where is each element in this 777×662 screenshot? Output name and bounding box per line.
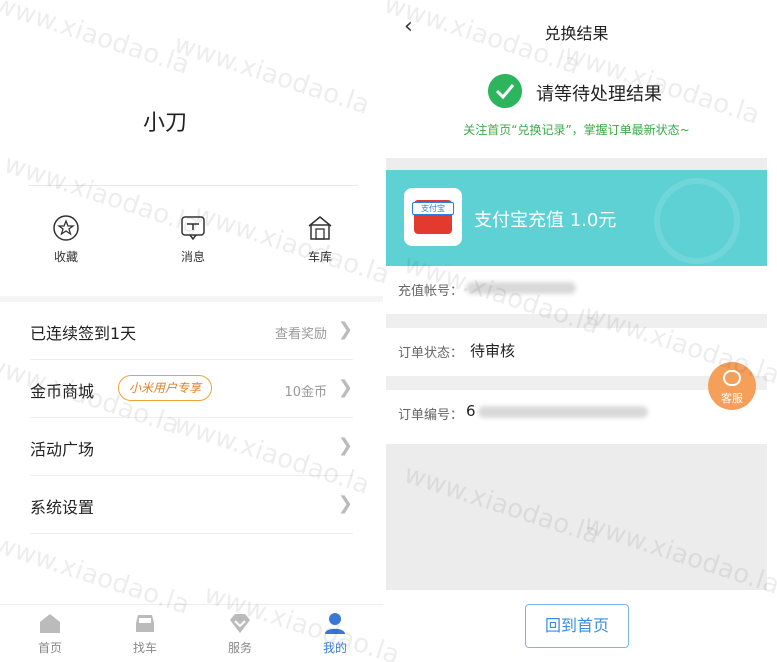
info-value: 待审核 — [470, 342, 516, 360]
menu-label: 活动广场 — [30, 440, 95, 459]
section-gap — [386, 158, 767, 170]
diamond-icon — [230, 614, 250, 633]
chevron-right-icon: ❯ — [337, 377, 353, 398]
info-value: 6 — [466, 402, 476, 420]
menu-system-settings[interactable]: 系统设置 ❯ — [0, 476, 383, 534]
xiaomi-user-badge: 小米用户专享 — [118, 375, 213, 401]
shortcut-bar: 收藏 消息 车库 — [0, 214, 383, 269]
check-circle-icon — [488, 74, 522, 108]
info-label: 订单状态： — [398, 346, 464, 361]
nav-bar: ‹ 兑换结果 — [386, 0, 767, 56]
info-label: 充值帐号： — [398, 284, 464, 299]
status-text: 请等待处理结果 — [536, 84, 662, 105]
back-to-home-button[interactable]: 回到首页 — [525, 604, 629, 648]
tab-service[interactable]: 服务 — [210, 611, 270, 656]
home-icon — [40, 614, 60, 633]
section-gap — [386, 314, 767, 328]
menu-label: 金币商城 — [30, 382, 95, 401]
tab-mine[interactable]: 我的 — [305, 611, 365, 656]
tab-label: 找车 — [132, 641, 157, 655]
username: 小刀 — [142, 111, 187, 136]
cs-label: 客服 — [721, 392, 743, 405]
menu-label: 系统设置 — [30, 498, 95, 517]
empty-area — [386, 444, 767, 590]
page-title: 兑换结果 — [544, 24, 609, 43]
tab-label: 首页 — [37, 641, 62, 655]
garage-icon — [308, 216, 332, 240]
shortcut-label: 收藏 — [53, 250, 78, 264]
tab-label: 服务 — [227, 641, 252, 655]
car-icon — [136, 615, 154, 632]
message-icon — [181, 216, 205, 241]
chevron-right-icon: ❯ — [337, 319, 353, 340]
blurred-value — [478, 406, 648, 418]
info-account: 充值帐号： — [386, 266, 767, 314]
user-icon — [325, 613, 345, 634]
logo-tag: 支付宝 — [412, 202, 454, 215]
tab-find-car[interactable]: 找车 — [115, 611, 175, 656]
headset-icon — [723, 370, 741, 386]
shortcut-messages[interactable]: 消息 — [163, 214, 223, 265]
bottom-tab-bar: 首页 找车 服务 我的 — [0, 604, 383, 662]
info-label: 订单编号： — [398, 408, 464, 423]
product-card: 支付宝 支付宝充值 1.0元 — [386, 170, 767, 266]
chevron-right-icon: ❯ — [337, 493, 353, 514]
divider — [28, 185, 358, 186]
profile-panel: 小刀 收藏 消息 车库 已连续签到1天 查看奖励 ❯ 金币商城 小米用户专享 1… — [0, 0, 383, 662]
menu-right-text: 10金币 — [284, 385, 327, 400]
shortcut-favorites[interactable]: 收藏 — [36, 214, 96, 265]
shortcut-label: 消息 — [180, 250, 205, 264]
shortcut-label: 车库 — [307, 250, 332, 264]
card-watermark-shape — [654, 178, 740, 264]
tab-label: 我的 — [322, 641, 347, 655]
customer-service-button[interactable]: 客服 — [708, 362, 756, 410]
menu-label: 已连续签到1天 — [30, 324, 137, 343]
blurred-value — [466, 282, 576, 294]
divider — [30, 533, 353, 534]
shortcut-garage[interactable]: 车库 — [290, 214, 350, 265]
product-title: 支付宝充值 1.0元 — [474, 210, 617, 231]
menu-coin-mall[interactable]: 金币商城 小米用户专享 10金币 ❯ — [0, 360, 383, 418]
menu-right-text: 查看奖励 — [274, 327, 327, 342]
info-status: 订单状态： 待审核 — [386, 328, 767, 376]
star-icon — [53, 215, 79, 241]
menu-activity-plaza[interactable]: 活动广场 ❯ — [0, 418, 383, 476]
alipay-logo-icon: 支付宝 — [404, 188, 462, 246]
hint-text: 关注首页“兑换记录”，掌握订单最新状态~ — [463, 123, 690, 137]
tab-home[interactable]: 首页 — [20, 611, 80, 656]
menu-checkin[interactable]: 已连续签到1天 查看奖励 ❯ — [0, 302, 383, 360]
right-edge — [767, 0, 777, 662]
exchange-result-panel: ‹ 兑换结果 请等待处理结果 关注首页“兑换记录”，掌握订单最新状态~ 支付宝 … — [386, 0, 767, 662]
chevron-right-icon: ❯ — [337, 435, 353, 456]
